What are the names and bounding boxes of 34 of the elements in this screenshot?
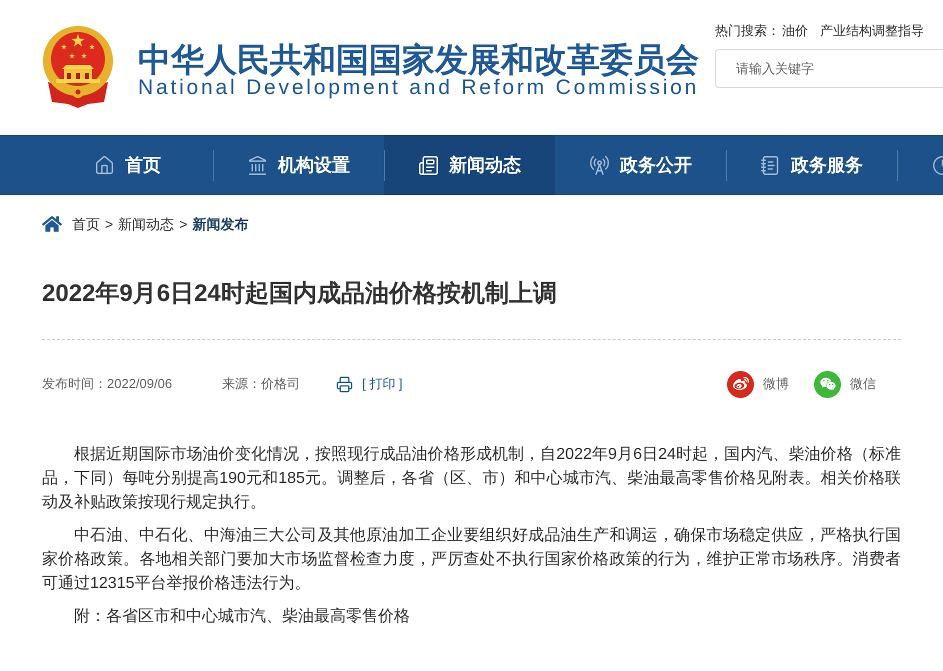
weibo-icon[interactable]	[727, 370, 754, 398]
radio-tower-icon	[589, 154, 610, 176]
breadcrumb-separator: >	[105, 215, 114, 234]
nav-tab[interactable]: 机构设置	[213, 135, 384, 195]
wechat-icon[interactable]	[814, 370, 841, 398]
home-icon[interactable]	[42, 215, 62, 233]
article-paragraph: 根据近期国际市场油价变化情况，按照现行成品油价格形成机制，自2022年9月6日24时起，国内汽、柴油价格（标准品，下同）每吨分别提高190元和185元。调整后，各省（区、市）和中心城市汽、柴油最高零售价格见附表。相关价格联动及补贴政策按现行规定执行。	[42, 444, 901, 513]
breadcrumb-separator: >	[179, 215, 188, 234]
share-link[interactable]: 微博	[763, 374, 789, 394]
nav-tab[interactable]: 首页	[42, 135, 213, 195]
notebook-icon	[760, 154, 781, 176]
share-link[interactable]: 微信	[850, 374, 876, 394]
print-link[interactable]: [ 打印 ]	[362, 374, 403, 394]
home-icon	[94, 154, 115, 176]
article-paragraph: 中石油、中石化、中海油三大公司及其他原油加工企业要组织好成品油生产和调运，确保市场稳定供应，严格执行国家价格政策。各地相关部门要加大市场监督检查力度，严厉查处不执行国家价格政策的行为，维护正常市场秩序。消费者可通过12315平台举报价格违法行为。	[42, 526, 901, 594]
columned-building-icon	[247, 154, 268, 176]
source-text: 来源：价格司	[222, 375, 300, 394]
article-paragraph: 附：各省区市和中心城市汽、柴油最高零售价格	[73, 606, 411, 627]
nav-tab[interactable]: 政务公开	[555, 135, 726, 195]
nav-tab[interactable]: 新闻动态	[384, 135, 555, 195]
article-title: 2022年9月6日24时起国内成品油价格按机制上调	[42, 279, 557, 309]
breadcrumb-link[interactable]: 首页	[72, 214, 100, 234]
breadcrumb-link[interactable]: 新闻动态	[118, 214, 174, 234]
printer-icon[interactable]	[336, 376, 354, 392]
breadcrumb-current[interactable]: 新闻发布	[192, 214, 248, 234]
hot-search-link[interactable]: 油价	[782, 22, 808, 40]
site-title: 中华人民共和国国家发展和改革委员会	[138, 43, 699, 76]
site-subtitle: National Development and Reform Commission	[138, 76, 700, 100]
search-field[interactable]: 请输入关键字	[715, 49, 943, 88]
newspaper-icon	[418, 154, 439, 176]
hot-search-label: 热门搜索：	[715, 22, 780, 40]
nav-tab[interactable]: 政务服务	[726, 135, 897, 195]
hot-search-link[interactable]: 产业结构调整指导	[820, 22, 924, 40]
publish-date: 发布时间：2022/09/06	[42, 375, 172, 394]
